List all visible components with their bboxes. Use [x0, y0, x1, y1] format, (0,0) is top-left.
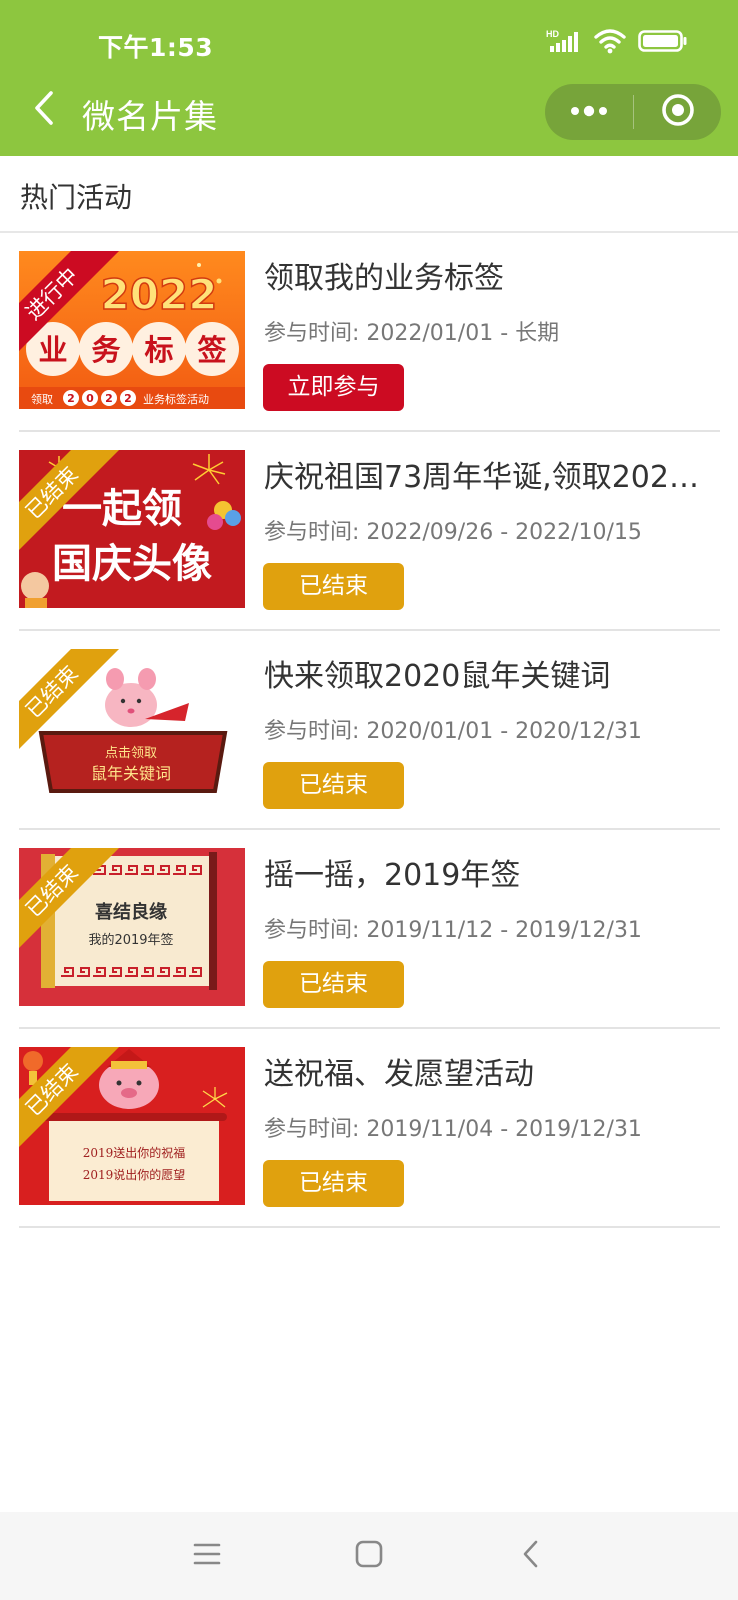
activity-title[interactable]: 快来领取2020鼠年关键词 — [264, 651, 704, 695]
header: 下午1:53 HD 微名片集 — [0, 0, 738, 156]
poster-footer-digit: 2 — [67, 392, 75, 405]
poster-footer-left: 领取 — [31, 393, 53, 406]
home-square-icon — [354, 1539, 384, 1573]
activity-thumbnail[interactable]: 一起领 国庆头像 已结束 — [19, 450, 245, 608]
activity-item[interactable]: 2019送出你的祝福 2019说出你的愿望 已结束 送祝福、发愿望活动 参与时间… — [0, 1029, 738, 1228]
activity-time: 参与时间: 2022/09/26 - 2022/10/15 — [264, 520, 642, 545]
poster-char: 业 — [38, 333, 67, 367]
page-title: 微名片集 — [82, 97, 218, 136]
activity-thumbnail[interactable]: 2019送出你的祝福 2019说出你的愿望 已结束 — [19, 1047, 245, 1205]
back-arrow-icon — [32, 90, 56, 130]
target-close-icon — [661, 93, 695, 131]
more-button[interactable] — [545, 84, 633, 140]
poster-line-2: 我的2019年签 — [88, 932, 173, 948]
poster-line-2: 2019说出你的愿望 — [83, 1167, 186, 1182]
recent-apps-button[interactable] — [182, 1532, 232, 1580]
poster-footer-right: 业务标签活动 — [143, 392, 209, 406]
poster-line-1: 2019送出你的祝福 — [83, 1145, 186, 1160]
poster-line-2: 鼠年关键词 — [91, 764, 171, 783]
poster-footer-digit: 2 — [124, 392, 132, 405]
status-icons: HD — [546, 28, 688, 58]
activity-item[interactable]: 2022 业 务 标 签 领取 2 0 2 2 业务标签活动 进行中 领取我的业… — [0, 233, 738, 432]
battery-icon — [638, 28, 688, 58]
activity-thumbnail[interactable]: 喜结良缘 我的2019年签 已结束 — [19, 848, 245, 1006]
activity-title[interactable]: 摇一摇，2019年签 — [264, 850, 704, 894]
system-back-button[interactable] — [506, 1532, 556, 1580]
poster-char: 标 — [144, 333, 173, 367]
ended-button[interactable]: 已结束 — [263, 961, 404, 1008]
activity-title[interactable]: 领取我的业务标签 — [264, 253, 704, 297]
system-navigation-bar — [0, 1512, 738, 1600]
ended-button[interactable]: 已结束 — [263, 762, 404, 809]
mini-program-capsule — [545, 84, 721, 140]
more-dots-icon — [569, 103, 609, 122]
activity-time: 参与时间: 2019/11/12 - 2019/12/31 — [264, 918, 642, 943]
activity-item[interactable]: 一起领 国庆头像 已结束 庆祝祖国73周年华诞,领取2022… 参与时间: 20… — [0, 432, 738, 631]
section-title: 热门活动 — [20, 181, 133, 214]
signal-icon: HD — [546, 28, 582, 58]
activity-list: 2022 业 务 标 签 领取 2 0 2 2 业务标签活动 进行中 领取我的业… — [0, 233, 738, 1228]
activity-item[interactable]: 点击领取 鼠年关键词 已结束 快来领取2020鼠年关键词 参与时间: 2020/… — [0, 631, 738, 830]
poster-char: 签 — [197, 333, 226, 367]
join-now-button[interactable]: 立即参与 — [263, 364, 404, 411]
ended-button[interactable]: 已结束 — [263, 563, 404, 610]
network-label: HD — [546, 29, 559, 39]
activity-item[interactable]: 喜结良缘 我的2019年签 已结束 摇一摇，2019年签 参与时间: 2019/… — [0, 830, 738, 1029]
back-button[interactable] — [26, 88, 62, 132]
activity-thumbnail[interactable]: 点击领取 鼠年关键词 已结束 — [19, 649, 245, 807]
poster-footer-digit: 0 — [86, 392, 94, 405]
wifi-icon — [594, 28, 626, 58]
poster-year-text: 2022 — [101, 270, 218, 319]
poster-footer-digit: 2 — [105, 392, 113, 405]
close-mini-program-button[interactable] — [634, 84, 721, 140]
home-button[interactable] — [344, 1532, 394, 1580]
poster-line-2: 国庆头像 — [52, 541, 212, 587]
activity-time: 参与时间: 2020/01/01 - 2020/12/31 — [264, 719, 642, 744]
poster-char: 务 — [91, 333, 120, 367]
activity-time: 参与时间: 2019/11/04 - 2019/12/31 — [264, 1117, 642, 1142]
ended-button[interactable]: 已结束 — [263, 1160, 404, 1207]
status-time: 下午1:53 — [98, 33, 214, 62]
menu-lines-icon — [192, 1541, 222, 1571]
poster-line-1: 一起领 — [62, 486, 182, 532]
activity-title[interactable]: 庆祝祖国73周年华诞,领取2022… — [264, 452, 704, 496]
poster-line-1: 喜结良缘 — [95, 901, 167, 923]
back-chevron-icon — [520, 1539, 542, 1573]
poster-line-1: 点击领取 — [105, 746, 157, 761]
activity-thumbnail[interactable]: 2022 业 务 标 签 领取 2 0 2 2 业务标签活动 进行中 — [19, 251, 245, 409]
activity-title[interactable]: 送祝福、发愿望活动 — [264, 1049, 704, 1093]
activity-time: 参与时间: 2022/01/01 - 长期 — [264, 321, 560, 346]
